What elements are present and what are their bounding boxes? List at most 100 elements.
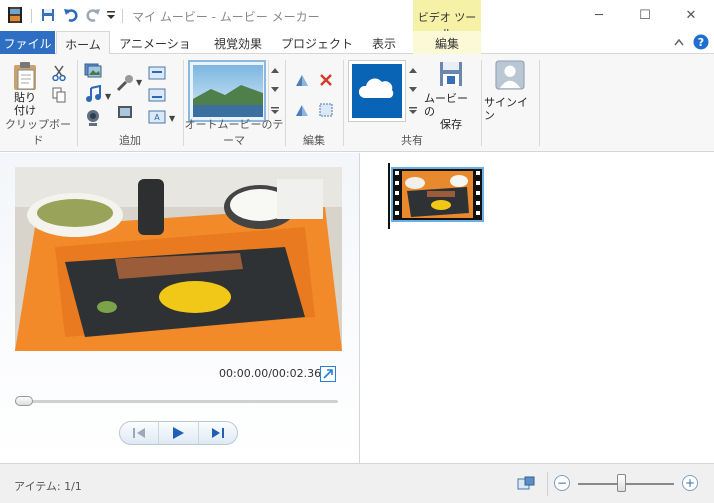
- gallery-more-icon[interactable]: [409, 107, 417, 115]
- gallery-more-icon[interactable]: [270, 107, 279, 115]
- playback-time: 00:00.00/00:02.36: [219, 367, 322, 380]
- seek-slider-thumb[interactable]: [15, 396, 33, 406]
- add-credits-icon[interactable]: A: [146, 108, 168, 126]
- signin-group: サインイン: [482, 58, 538, 150]
- status-bar: アイテム: 1/1 − +: [0, 463, 714, 503]
- app-icon[interactable]: [6, 6, 24, 24]
- select-all-icon[interactable]: [316, 100, 336, 120]
- previous-frame-icon: [133, 428, 146, 438]
- undo-icon[interactable]: [63, 6, 79, 24]
- user-icon: [495, 60, 525, 90]
- qa-separator: [31, 9, 32, 23]
- save-icon[interactable]: [41, 6, 55, 24]
- narration-caret-icon[interactable]: ▼: [136, 78, 142, 87]
- redo-icon[interactable]: [85, 6, 101, 24]
- close-button[interactable]: ✕: [668, 0, 714, 31]
- save-movie-icon: [440, 62, 462, 86]
- add-videos-photos-icon[interactable]: [82, 60, 104, 80]
- paste-button[interactable]: 貼り 付け: [6, 60, 44, 118]
- snapshot-icon[interactable]: [114, 102, 136, 122]
- share-scroll[interactable]: [407, 60, 419, 122]
- edit-group: 編集: [286, 58, 342, 150]
- rotate-left-icon[interactable]: [292, 70, 312, 90]
- tab-project[interactable]: プロジェクト: [281, 31, 353, 54]
- main-area: 00:00.00/00:02.36: [0, 153, 714, 463]
- scroll-up-icon[interactable]: [409, 67, 417, 73]
- title-separator: [122, 9, 123, 23]
- customize-toolbar-icon[interactable]: [106, 6, 116, 24]
- fullscreen-button[interactable]: [320, 366, 336, 382]
- minimize-button[interactable]: ─: [576, 0, 622, 31]
- paste-label-1: 貼り: [14, 91, 36, 104]
- svg-text:A: A: [154, 113, 160, 122]
- paste-icon: [14, 62, 36, 90]
- tab-edit[interactable]: 編集: [413, 31, 481, 54]
- collapse-ribbon-icon[interactable]: [672, 35, 686, 49]
- preview-pane: 00:00.00/00:02.36: [0, 153, 359, 463]
- scroll-down-icon[interactable]: [270, 87, 279, 93]
- help-icon[interactable]: ?: [693, 34, 709, 50]
- theme-scroll[interactable]: [268, 60, 280, 122]
- clipboard-group: 貼り 付け クリップボード: [0, 58, 76, 150]
- save-movie-label-2: 保存: [440, 118, 462, 131]
- ribbon: 貼り 付け クリップボード ▼ ▼ A ▼ 追加 オートムービーのテーマ 編集 …: [0, 54, 714, 152]
- window-title: マイ ムービー - ムービー メーカー: [132, 10, 320, 24]
- onedrive-share-button[interactable]: [348, 60, 406, 122]
- zoom-out-button[interactable]: −: [554, 475, 570, 491]
- thumbnail-size-icon[interactable]: [516, 475, 536, 493]
- play-button[interactable]: [158, 422, 199, 444]
- add-caption-icon[interactable]: [146, 86, 168, 104]
- automovie-themes-group: オートムービーのテーマ: [184, 58, 284, 150]
- storyboard-pane: [360, 153, 714, 463]
- expand-icon: [323, 369, 333, 379]
- add-title-icon[interactable]: [146, 64, 168, 82]
- zoom-track[interactable]: [578, 483, 674, 485]
- share-group: ムービーの 保存 共有: [344, 58, 480, 150]
- preview-frame-image: [15, 167, 342, 351]
- add-music-caret-icon[interactable]: ▼: [105, 92, 111, 101]
- cut-icon[interactable]: [50, 64, 68, 82]
- credits-caret-icon[interactable]: ▼: [169, 114, 175, 123]
- share-group-label: 共有: [401, 134, 423, 147]
- video-preview[interactable]: [15, 167, 342, 351]
- clip-filmstrip-image: [393, 169, 482, 220]
- remove-icon[interactable]: [316, 70, 336, 90]
- tab-animations[interactable]: アニメーション: [115, 31, 195, 68]
- tab-home[interactable]: ホーム: [56, 31, 110, 55]
- maximize-button[interactable]: ☐: [622, 0, 668, 31]
- add-music-icon[interactable]: [82, 84, 104, 104]
- group-separator: [539, 60, 540, 146]
- playhead-marker[interactable]: [388, 163, 390, 229]
- zoom-in-button[interactable]: +: [682, 475, 698, 491]
- seek-track[interactable]: [15, 400, 338, 403]
- themes-group-label: オートムービーのテーマ: [184, 118, 284, 147]
- signin-label: サインイン: [484, 96, 528, 122]
- clipboard-group-label: クリップボード: [5, 118, 71, 147]
- video-clip-thumbnail[interactable]: [391, 167, 484, 222]
- next-frame-icon: [211, 428, 224, 438]
- previous-frame-button[interactable]: [120, 422, 158, 444]
- play-icon: [173, 427, 185, 439]
- rotate-right-icon[interactable]: [292, 100, 312, 120]
- save-movie-button[interactable]: ムービーの 保存: [424, 60, 478, 132]
- ribbon-tabs: ファイル ホーム アニメーション 視覚効果 プロジェクト 表示 編集 ?: [0, 31, 714, 68]
- record-narration-icon[interactable]: [114, 72, 136, 94]
- copy-icon[interactable]: [50, 86, 68, 104]
- scroll-up-icon[interactable]: [270, 67, 279, 73]
- tab-visual-effects[interactable]: 視覚効果: [205, 31, 271, 54]
- theme-thumbnail[interactable]: [188, 60, 266, 122]
- tab-file[interactable]: ファイル: [0, 31, 55, 54]
- signin-button[interactable]: サインイン: [484, 60, 536, 122]
- webcam-icon[interactable]: [82, 108, 104, 128]
- video-tools-context-tab: ビデオ ツール: [413, 0, 481, 40]
- next-frame-button[interactable]: [199, 422, 237, 444]
- add-group: ▼ ▼ A ▼ 追加: [78, 58, 182, 150]
- scroll-down-icon[interactable]: [409, 87, 417, 93]
- item-count: アイテム: 1/1: [14, 480, 82, 493]
- title-bar: マイ ムービー - ムービー メーカー ビデオ ツール ─ ☐ ✕: [0, 0, 714, 40]
- add-group-label: 追加: [119, 134, 141, 147]
- transport-controls: [119, 421, 238, 445]
- zoom-slider-thumb[interactable]: [616, 474, 626, 492]
- edit-group-label: 編集: [303, 134, 325, 147]
- tab-view[interactable]: 表示: [363, 31, 405, 54]
